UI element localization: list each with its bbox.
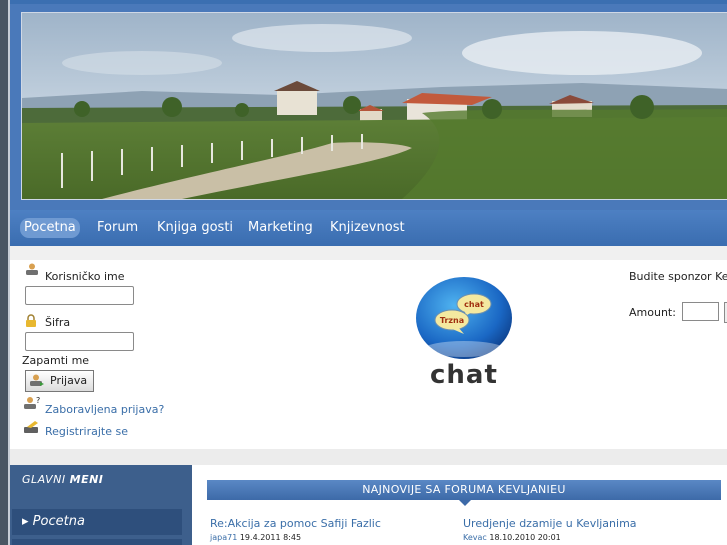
password-input[interactable] (25, 332, 134, 351)
main-navigation: Pocetna Forum Knjiga gosti Marketing Knj… (10, 210, 727, 246)
forum-post-author[interactable]: japa71 (210, 533, 237, 542)
nav-item-knjiga-gosti[interactable]: Knjiga gosti (157, 218, 233, 238)
forum-latest-header: NAJNOVIJE SA FORUMA KEVLJANIEU (207, 480, 721, 506)
village-landscape-image (22, 13, 727, 199)
login-user-icon (30, 374, 44, 386)
amount-label: Amount: (629, 306, 676, 319)
chat-bubble-bottom-text: Trzna (440, 316, 464, 325)
chat-logo[interactable]: chat Trzna (414, 274, 514, 364)
forum-latest-title: NAJNOVIJE SA FORUMA KEVLJANIEU (362, 483, 566, 496)
chat-wordmark: chat (430, 360, 498, 390)
nav-item-marketing[interactable]: Marketing (248, 218, 313, 238)
username-label: Korisničko ime (45, 270, 125, 283)
main-menu-title: GLAVNI MENI (22, 473, 104, 486)
user-icon (26, 263, 38, 275)
login-button[interactable]: Prijava (25, 370, 95, 392)
main-menu-caret (44, 493, 64, 501)
forum-post-title[interactable]: Uredjenje dzamije u Kevljanima (463, 517, 637, 530)
forgot-login-icon: ? (24, 396, 40, 409)
nav-item-pocetna[interactable]: Pocetna (20, 218, 80, 238)
sponsor-text: Budite sponzor Ke (629, 270, 727, 283)
main-menu-header: GLAVNI MENI (10, 465, 192, 493)
register-icon (24, 421, 38, 433)
arrow-right-icon: ▸ (22, 514, 29, 529)
forum-post-title[interactable]: Re:Akcija za pomoc Safiji Fazlic (210, 517, 381, 530)
lock-icon (26, 314, 36, 327)
main-menu: GLAVNI MENI ▸ Pocetna (10, 465, 192, 545)
forgot-login-link[interactable]: Zaboravljena prijava? (45, 403, 164, 416)
remember-me-label: Zapamti me (22, 354, 90, 367)
chat-bubbles-icon: chat Trzna (416, 277, 512, 359)
login-button-label: Prijava (50, 374, 88, 387)
site-header (10, 4, 727, 210)
register-link[interactable]: Registrirajte se (45, 425, 128, 438)
window-left-edge (0, 0, 8, 545)
svg-text:?: ? (36, 396, 40, 405)
main-menu-item-label: Pocetna (32, 514, 85, 529)
username-input[interactable] (25, 286, 134, 305)
header-banner-image (21, 12, 727, 200)
forum-post-meta: Kevac 18.10.2010 20:01 (463, 533, 561, 542)
forum-header-caret (459, 500, 471, 506)
forum-post-meta: japa71 19.4.2011 8:45 (210, 533, 301, 542)
amount-input[interactable] (682, 302, 719, 321)
main-menu-item-next[interactable] (12, 539, 182, 545)
nav-item-knjizevnost[interactable]: Knjizevnost (330, 218, 405, 238)
nav-item-forum[interactable]: Forum (97, 218, 138, 238)
forum-post-date: 18.10.2010 20:01 (489, 533, 561, 542)
chat-bubble-top-text: chat (464, 300, 484, 309)
content-separator (10, 449, 727, 465)
main-menu-item-pocetna[interactable]: ▸ Pocetna (12, 509, 182, 535)
nav-separator (10, 246, 727, 260)
forum-post-author[interactable]: Kevac (463, 533, 487, 542)
forum-post-date: 19.4.2011 8:45 (239, 533, 302, 542)
password-label: Šifra (45, 316, 71, 329)
